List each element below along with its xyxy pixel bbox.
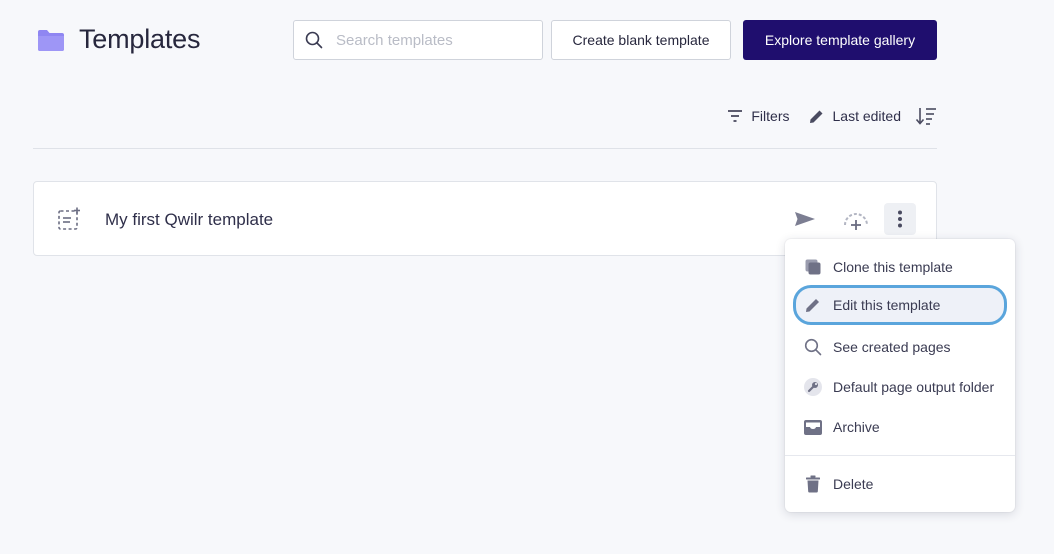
filters-button[interactable]: Filters — [727, 108, 790, 124]
menu-item-archive[interactable]: Archive — [793, 409, 1007, 445]
pencil-icon — [803, 295, 823, 315]
pencil-icon — [809, 110, 822, 123]
more-options-button[interactable] — [884, 203, 916, 235]
filters-label: Filters — [751, 108, 790, 124]
more-vertical-icon — [898, 210, 902, 228]
search-icon — [305, 31, 323, 49]
template-icon — [58, 207, 80, 230]
page-title: Templates — [79, 24, 201, 54]
menu-item-label: Clone this template — [833, 259, 953, 275]
create-blank-template-button[interactable]: Create blank template — [551, 20, 731, 60]
sort-order-icon[interactable] — [915, 106, 937, 126]
filter-icon — [728, 110, 743, 122]
explore-template-gallery-button[interactable]: Explore template gallery — [743, 20, 937, 60]
template-name[interactable]: My first Qwilr template — [105, 210, 273, 230]
list-toolbar: Filters Last edited — [727, 106, 937, 126]
search-input[interactable] — [336, 31, 526, 49]
archive-icon — [803, 417, 823, 437]
menu-item-default-output-folder[interactable]: Default page output folder — [793, 369, 1007, 405]
sort-by-button[interactable]: Last edited — [808, 108, 902, 125]
templates-page: Templates Create blank template Explore … — [0, 0, 1054, 554]
menu-item-see-created-pages[interactable]: See created pages — [793, 329, 1007, 365]
sort-by-label: Last edited — [832, 108, 902, 124]
header-divider — [33, 148, 937, 149]
analytics-icon[interactable] — [843, 209, 869, 231]
page-header: Templates — [37, 24, 200, 55]
trash-icon — [803, 474, 823, 494]
menu-item-label: Edit this template — [833, 297, 941, 313]
menu-item-label: Default page output folder — [833, 379, 995, 395]
menu-item-label: Delete — [833, 476, 874, 492]
search-icon — [803, 337, 823, 357]
template-options-menu: Clone this template Edit this template S… — [785, 239, 1015, 512]
folder-settings-icon — [803, 377, 823, 397]
clone-icon — [803, 257, 823, 277]
menu-item-label: See created pages — [833, 339, 951, 355]
send-icon[interactable] — [794, 209, 816, 229]
menu-item-delete[interactable]: Delete — [793, 466, 1007, 502]
menu-item-clone[interactable]: Clone this template — [793, 249, 1007, 285]
folder-icon — [38, 29, 64, 51]
menu-divider — [785, 455, 1015, 456]
menu-item-edit[interactable]: Edit this template — [793, 285, 1007, 325]
search-box[interactable] — [293, 20, 543, 60]
menu-item-label: Archive — [833, 419, 880, 435]
